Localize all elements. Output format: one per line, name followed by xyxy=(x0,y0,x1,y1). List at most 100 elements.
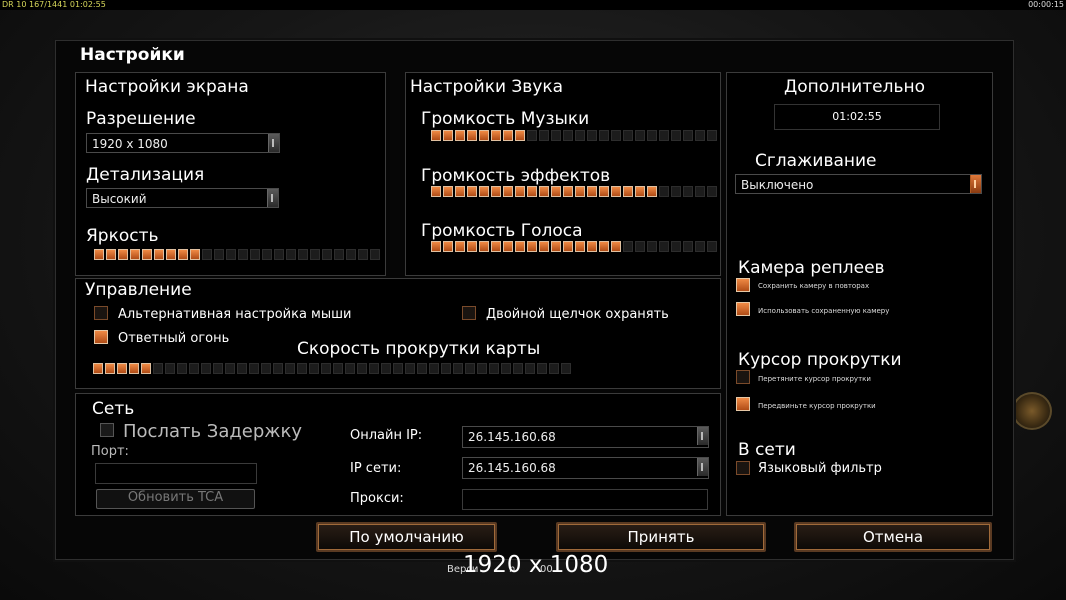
slider-segment[interactable] xyxy=(225,363,235,374)
slider-segment[interactable] xyxy=(431,186,441,197)
slider-segment[interactable] xyxy=(599,130,609,141)
port-input[interactable] xyxy=(95,463,257,484)
slider-segment[interactable] xyxy=(286,249,296,260)
slider-segment[interactable] xyxy=(153,363,163,374)
replay-use-checkbox[interactable] xyxy=(736,302,750,316)
apply-button[interactable]: Принять xyxy=(556,522,766,552)
slider-segment[interactable] xyxy=(527,130,537,141)
slider-segment[interactable] xyxy=(563,241,573,252)
slider-segment[interactable] xyxy=(93,363,103,374)
double-click-checkbox[interactable] xyxy=(462,306,476,320)
slider-segment[interactable] xyxy=(539,241,549,252)
slider-segment[interactable] xyxy=(513,363,523,374)
slider-segment[interactable] xyxy=(479,186,489,197)
slider-segment[interactable] xyxy=(106,249,116,260)
slider-segment[interactable] xyxy=(623,130,633,141)
net-ip-select[interactable]: 26.145.160.68 xyxy=(462,457,709,479)
brightness-slider[interactable] xyxy=(94,249,380,260)
slider-segment[interactable] xyxy=(659,130,669,141)
slider-segment[interactable] xyxy=(261,363,271,374)
slider-segment[interactable] xyxy=(659,186,669,197)
slider-segment[interactable] xyxy=(503,186,513,197)
slider-segment[interactable] xyxy=(431,130,441,141)
slider-segment[interactable] xyxy=(213,363,223,374)
slider-segment[interactable] xyxy=(393,363,403,374)
slider-segment[interactable] xyxy=(94,249,104,260)
antialias-select[interactable]: Выключено xyxy=(735,174,982,194)
slider-segment[interactable] xyxy=(117,363,127,374)
slider-segment[interactable] xyxy=(635,130,645,141)
update-tca-button[interactable]: Обновить TCA xyxy=(96,489,255,509)
slider-segment[interactable] xyxy=(310,249,320,260)
slider-segment[interactable] xyxy=(262,249,272,260)
slider-segment[interactable] xyxy=(491,186,501,197)
slider-segment[interactable] xyxy=(539,130,549,141)
slider-segment[interactable] xyxy=(431,241,441,252)
slider-segment[interactable] xyxy=(491,241,501,252)
slider-segment[interactable] xyxy=(659,241,669,252)
dropdown-arrow-icon[interactable] xyxy=(970,175,981,193)
slider-segment[interactable] xyxy=(599,186,609,197)
slider-segment[interactable] xyxy=(274,249,284,260)
slider-segment[interactable] xyxy=(441,363,451,374)
slider-segment[interactable] xyxy=(563,130,573,141)
slider-segment[interactable] xyxy=(477,363,487,374)
slider-segment[interactable] xyxy=(467,186,477,197)
slider-segment[interactable] xyxy=(611,241,621,252)
slider-segment[interactable] xyxy=(707,186,717,197)
slider-segment[interactable] xyxy=(551,241,561,252)
slider-segment[interactable] xyxy=(455,130,465,141)
slider-segment[interactable] xyxy=(501,363,511,374)
slider-segment[interactable] xyxy=(465,363,475,374)
slider-segment[interactable] xyxy=(489,363,499,374)
slider-segment[interactable] xyxy=(334,249,344,260)
slider-segment[interactable] xyxy=(358,249,368,260)
music-volume-slider[interactable] xyxy=(431,130,717,141)
slider-segment[interactable] xyxy=(201,363,211,374)
slider-segment[interactable] xyxy=(537,363,547,374)
slider-segment[interactable] xyxy=(189,363,199,374)
slider-segment[interactable] xyxy=(381,363,391,374)
slider-segment[interactable] xyxy=(575,186,585,197)
slider-segment[interactable] xyxy=(587,130,597,141)
slider-segment[interactable] xyxy=(527,186,537,197)
slider-segment[interactable] xyxy=(671,241,681,252)
slider-segment[interactable] xyxy=(190,249,200,260)
slider-segment[interactable] xyxy=(515,186,525,197)
slider-segment[interactable] xyxy=(345,363,355,374)
slider-segment[interactable] xyxy=(467,241,477,252)
dropdown-arrow-icon[interactable] xyxy=(267,189,278,207)
slider-segment[interactable] xyxy=(683,241,693,252)
slider-segment[interactable] xyxy=(671,130,681,141)
dropdown-arrow-icon[interactable] xyxy=(697,427,708,445)
slider-segment[interactable] xyxy=(285,363,295,374)
slider-segment[interactable] xyxy=(273,363,283,374)
slider-segment[interactable] xyxy=(575,130,585,141)
replay-save-checkbox[interactable] xyxy=(736,278,750,292)
slider-segment[interactable] xyxy=(178,249,188,260)
slider-segment[interactable] xyxy=(429,363,439,374)
slider-segment[interactable] xyxy=(443,241,453,252)
slider-segment[interactable] xyxy=(527,241,537,252)
slider-segment[interactable] xyxy=(635,241,645,252)
slider-segment[interactable] xyxy=(297,363,307,374)
slider-segment[interactable] xyxy=(539,186,549,197)
slider-segment[interactable] xyxy=(370,249,380,260)
slider-segment[interactable] xyxy=(683,130,693,141)
slider-segment[interactable] xyxy=(503,130,513,141)
slider-segment[interactable] xyxy=(322,249,332,260)
slider-segment[interactable] xyxy=(455,186,465,197)
slider-segment[interactable] xyxy=(202,249,212,260)
slider-segment[interactable] xyxy=(249,363,259,374)
scroll-move-checkbox[interactable] xyxy=(736,397,750,411)
slider-segment[interactable] xyxy=(250,249,260,260)
slider-segment[interactable] xyxy=(549,363,559,374)
slider-segment[interactable] xyxy=(575,241,585,252)
slider-segment[interactable] xyxy=(154,249,164,260)
resolution-select[interactable]: 1920 x 1080 xyxy=(86,133,280,153)
slider-segment[interactable] xyxy=(599,241,609,252)
dropdown-arrow-icon[interactable] xyxy=(697,458,708,476)
slider-segment[interactable] xyxy=(405,363,415,374)
slider-segment[interactable] xyxy=(563,186,573,197)
proxy-input[interactable] xyxy=(462,489,708,510)
